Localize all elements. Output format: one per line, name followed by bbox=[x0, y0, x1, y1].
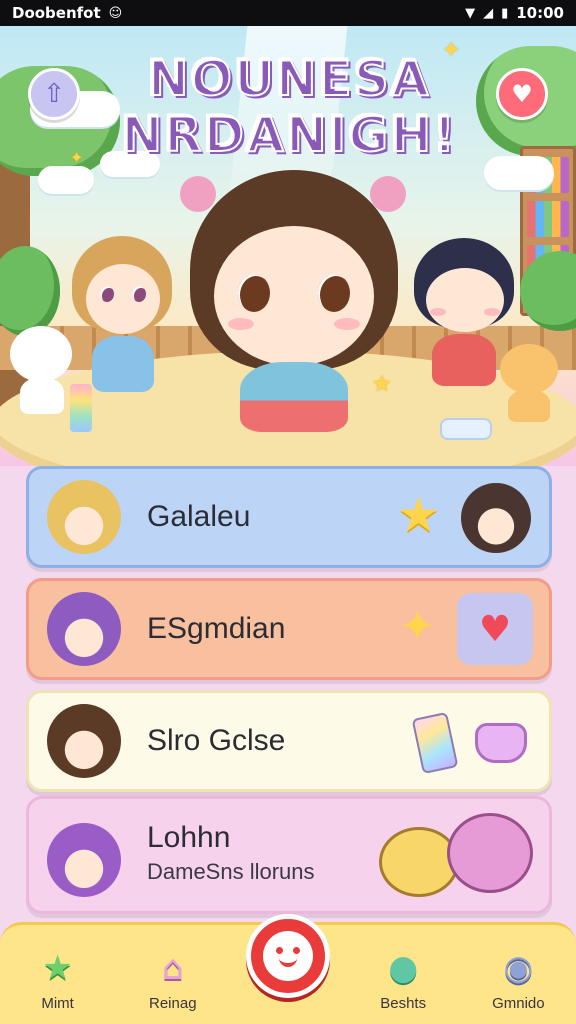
menu-label: Slro Gclse bbox=[147, 724, 286, 757]
menu-card-1[interactable]: Galaleu ★ bbox=[26, 466, 552, 568]
nav-label: Beshts bbox=[380, 995, 427, 1012]
white-bear-pet bbox=[10, 326, 74, 416]
main-girl-character bbox=[180, 166, 406, 446]
nav-item-2[interactable]: ⌂ Reinag bbox=[125, 945, 221, 1012]
menu-avatar bbox=[47, 592, 121, 666]
sparkle-star-icon: ✦ bbox=[399, 601, 436, 652]
nav-item-1[interactable]: ★ Mimt bbox=[10, 945, 106, 1012]
star-icon: ★ bbox=[42, 948, 73, 988]
hero-scene: NOUNESA NRDANIGH! ⇧ ♥ ✦ ✦ ★ bbox=[0, 26, 576, 466]
battery-icon: ▮ bbox=[501, 5, 509, 21]
clock: 10:00 bbox=[516, 4, 564, 22]
center-face-icon bbox=[263, 931, 313, 981]
notification-icon: ☺ bbox=[108, 5, 123, 21]
sparkle-icon: ✦ bbox=[442, 38, 461, 63]
status-bar: Doobenfot ☺ ▼ ◢ ▮ 10:00 bbox=[0, 0, 576, 26]
menu-sublabel: DameSns lloruns bbox=[147, 859, 315, 884]
heart-balloon-icon: ♥ bbox=[511, 80, 533, 108]
title-line-1: NOUNESA bbox=[0, 49, 576, 107]
home-button[interactable]: ⇧ bbox=[28, 68, 80, 120]
cat-duo-illustration bbox=[379, 813, 539, 905]
game-title: NOUNESA NRDANIGH! bbox=[0, 49, 576, 163]
profile-icon: ◉ bbox=[503, 948, 534, 988]
house-icon: ⌂ bbox=[161, 948, 184, 988]
favorites-button[interactable]: ♥ bbox=[496, 68, 548, 120]
blonde-girl-character bbox=[62, 236, 182, 406]
yellow-cat bbox=[379, 827, 459, 897]
monster-icon: ● bbox=[388, 948, 418, 988]
nav-label: Gmnido bbox=[492, 995, 545, 1012]
menu-card-3[interactable]: Slro Gclse bbox=[26, 690, 552, 792]
gem-icon bbox=[475, 723, 527, 763]
menu-label: Lohhn bbox=[147, 821, 231, 854]
menu-card-2[interactable]: ESgmdian ✦ ♥ bbox=[26, 578, 552, 680]
pink-cat bbox=[447, 813, 533, 893]
orange-pet bbox=[500, 344, 560, 424]
heart-icon: ♥ bbox=[457, 593, 533, 665]
center-play-button[interactable] bbox=[246, 914, 330, 998]
menu-avatar bbox=[47, 480, 121, 554]
crystal-icon bbox=[411, 711, 459, 775]
character-avatar bbox=[461, 483, 531, 553]
sparkle-icon: ✦ bbox=[70, 148, 84, 167]
cloud bbox=[38, 166, 94, 194]
home-up-arrow-icon: ⇧ bbox=[43, 79, 65, 109]
title-line-2: NRDANIGH! bbox=[0, 105, 576, 163]
menu-avatar bbox=[47, 704, 121, 778]
star-icon: ★ bbox=[397, 487, 441, 543]
rainbow-cup-prop bbox=[70, 384, 92, 432]
carrier-text: Doobenfot bbox=[12, 4, 101, 22]
signal-icon: ◢ bbox=[483, 5, 494, 21]
nav-label: Mimt bbox=[41, 995, 74, 1012]
menu-avatar bbox=[47, 823, 121, 897]
menu-label: ESgmdian bbox=[147, 612, 286, 645]
nav-label: Reinag bbox=[149, 995, 197, 1012]
pillow-prop bbox=[440, 418, 492, 440]
nav-item-5[interactable]: ◉ Gmnido bbox=[470, 945, 566, 1012]
nav-item-4[interactable]: ● Beshts bbox=[355, 945, 451, 1012]
menu-card-4[interactable]: Lohhn DameSns lloruns bbox=[26, 796, 552, 914]
menu-label: Galaleu bbox=[147, 500, 251, 533]
wifi-icon: ▼ bbox=[465, 5, 476, 21]
